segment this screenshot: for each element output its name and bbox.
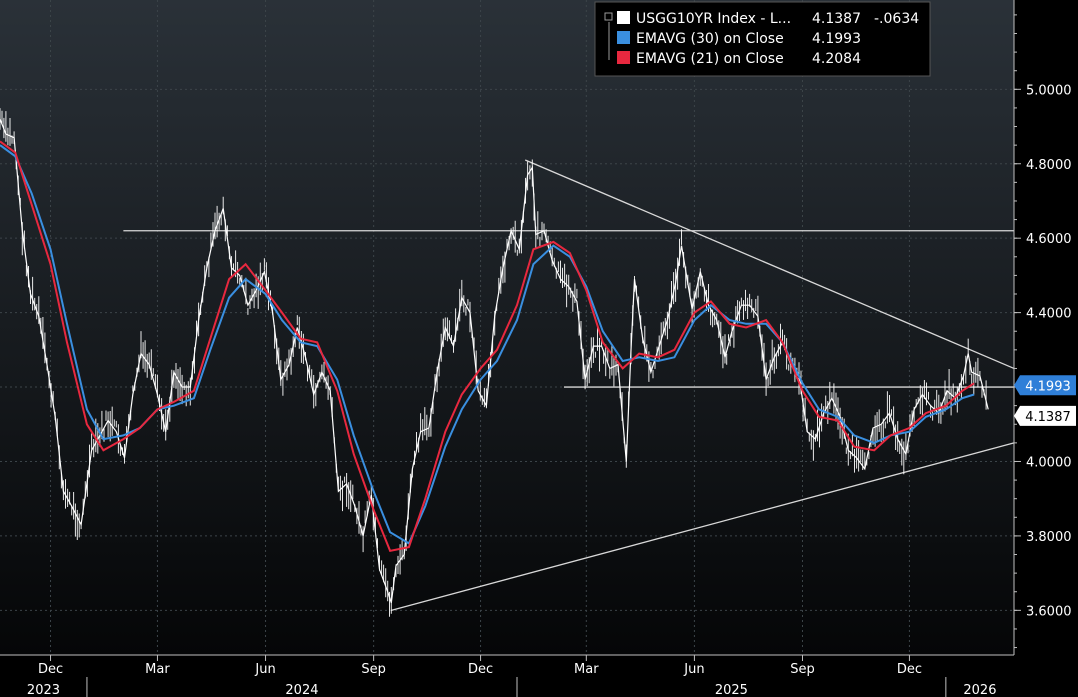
x-tick-label: Mar (145, 662, 170, 677)
y-tick-label: 3.6000 (1026, 604, 1072, 619)
year-label: 2024 (285, 683, 318, 697)
x-tick-label: Sep (361, 662, 386, 677)
legend-item-label: USGG10YR Index - L... (636, 11, 791, 27)
white-square-icon (617, 11, 630, 24)
y-tick-label: 3.8000 (1026, 530, 1072, 545)
last-value-tag: 4.1993 (1014, 375, 1076, 396)
legend-item-label: EMAVG (21) on Close (636, 51, 784, 67)
y-tick-label: 5.0000 (1026, 83, 1072, 98)
x-tick-label: Dec (897, 662, 922, 677)
x-tick-label: Dec (38, 662, 63, 677)
x-tick-label: Mar (574, 662, 599, 677)
y-tick-label: 4.8000 (1026, 158, 1072, 173)
x-tick-label: Dec (468, 662, 493, 677)
x-tick-label: Jun (683, 662, 704, 677)
blue-square-icon (617, 31, 630, 44)
y-tick-label: 4.0000 (1026, 455, 1072, 470)
chart-svg: 3.60003.80004.00004.20004.40004.60004.80… (0, 0, 1076, 697)
x-tick-label: Jun (254, 662, 275, 677)
legend-item-label: EMAVG (30) on Close (636, 31, 784, 47)
y-tick-label: 4.4000 (1026, 307, 1072, 322)
legend[interactable]: USGG10YR Index - L... 4.1387 -.0634 EMAV… (594, 1, 931, 77)
x-tick-label: Sep (790, 662, 815, 677)
chart-container: 3.60003.80004.00004.20004.40004.60004.80… (0, 0, 1078, 697)
legend-item-value: 4.1387 (812, 11, 861, 27)
legend-item-change: -.0634 (874, 11, 919, 27)
year-label: 2026 (963, 683, 996, 697)
last-value-tag-text: 4.1993 (1025, 379, 1071, 394)
last-value-tags: 4.1993 4.1387 (1014, 375, 1076, 426)
year-label: 2025 (715, 683, 748, 697)
legend-item-value: 4.1993 (812, 31, 861, 47)
year-label: 2023 (27, 683, 60, 697)
legend-item-value: 4.2084 (812, 51, 861, 67)
last-value-tag-text: 4.1387 (1025, 410, 1071, 425)
y-tick-label: 4.6000 (1026, 232, 1072, 247)
last-value-tag: 4.1387 (1014, 405, 1076, 426)
red-square-icon (617, 51, 630, 64)
